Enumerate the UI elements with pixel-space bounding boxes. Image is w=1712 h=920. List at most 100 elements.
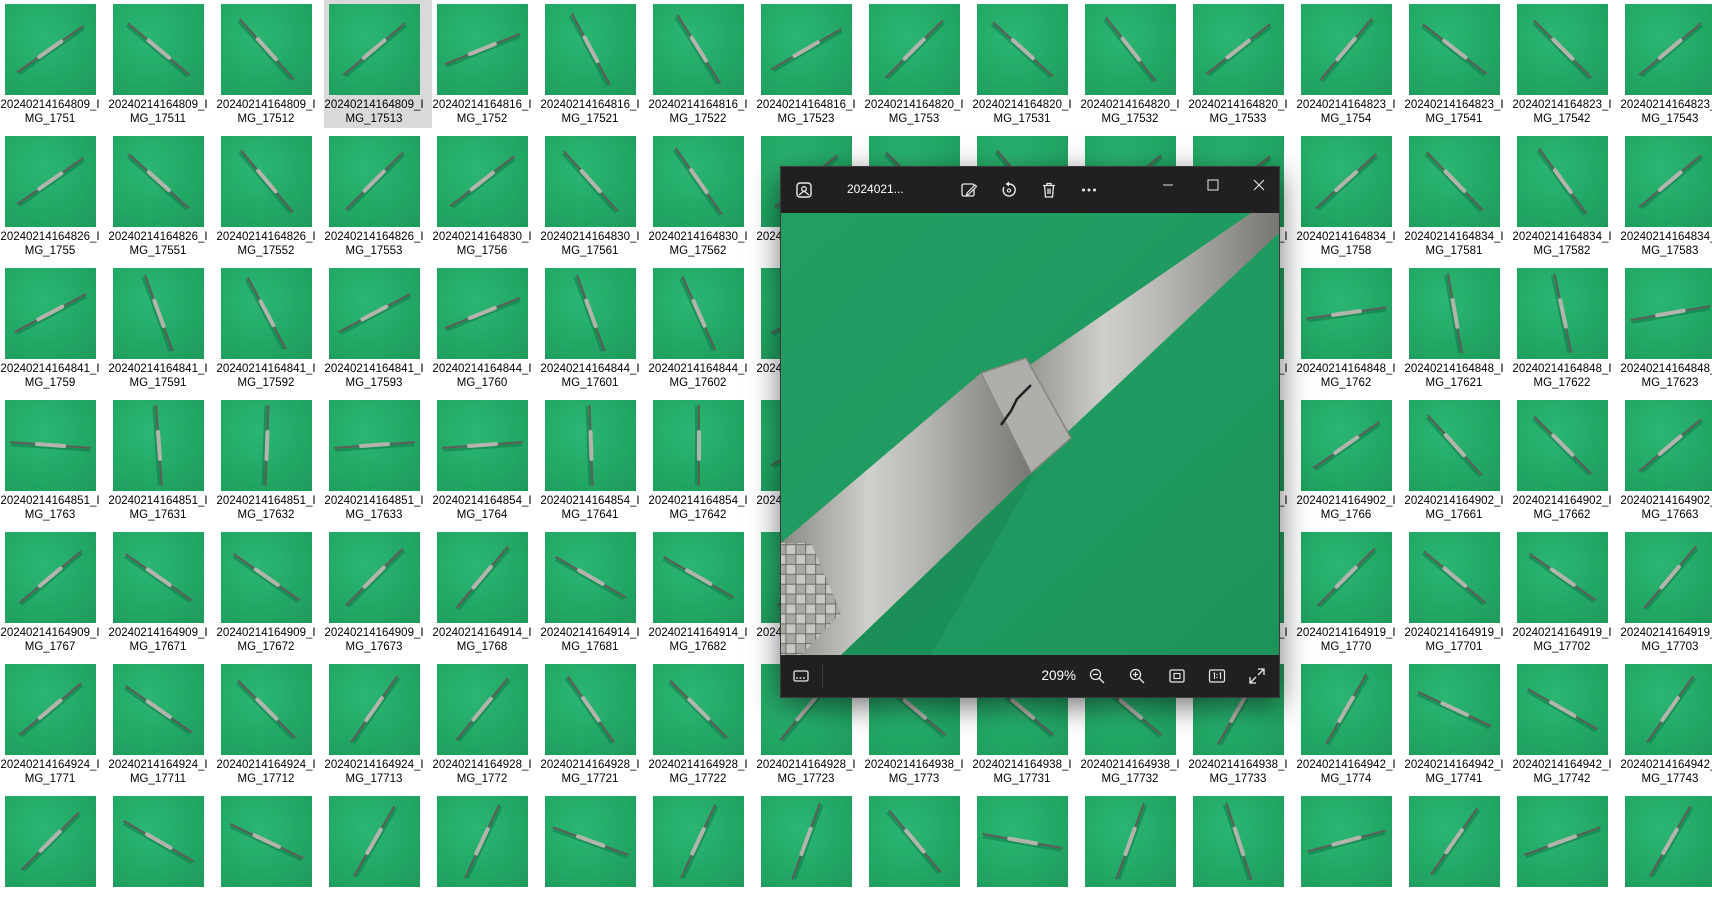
file-thumbnail-item[interactable]: 20240214164823_I MG_17543 bbox=[1620, 0, 1712, 128]
minimize-icon[interactable] bbox=[1153, 173, 1183, 197]
file-thumbnail-item[interactable]: 20240214164830_I MG_17561 bbox=[540, 132, 648, 260]
file-thumbnail-item[interactable]: 20240214164844_I MG_17602 bbox=[648, 264, 756, 392]
file-thumbnail-item[interactable]: 20240214164919_I MG_1770 bbox=[1296, 528, 1404, 656]
filmstrip-icon[interactable] bbox=[789, 664, 813, 688]
file-thumbnail-item[interactable]: 20240214164816_I MG_17522 bbox=[648, 0, 756, 128]
file-thumbnail-item[interactable] bbox=[1080, 792, 1188, 920]
file-thumbnail-item[interactable] bbox=[0, 792, 108, 920]
file-thumbnail-item[interactable]: 20240214164841_I MG_17593 bbox=[324, 264, 432, 392]
file-thumbnail-item[interactable] bbox=[1296, 792, 1404, 920]
zoom-in-icon[interactable] bbox=[1125, 664, 1149, 688]
file-thumbnail-item[interactable] bbox=[1512, 792, 1620, 920]
file-thumbnail-item[interactable] bbox=[324, 792, 432, 920]
file-thumbnail-item[interactable] bbox=[108, 792, 216, 920]
file-thumbnail-item[interactable]: 20240214164914_I MG_17681 bbox=[540, 528, 648, 656]
file-thumbnail-item[interactable]: 20240214164902_I MG_17663 bbox=[1620, 396, 1712, 524]
file-thumbnail-item[interactable]: 20240214164823_I MG_1754 bbox=[1296, 0, 1404, 128]
file-thumbnail-item[interactable]: 20240214164924_I MG_1771 bbox=[0, 660, 108, 788]
more-icon[interactable] bbox=[1076, 178, 1102, 202]
actual-size-icon[interactable] bbox=[1205, 664, 1229, 688]
file-thumbnail-item[interactable]: 20240214164820_I MG_1753 bbox=[864, 0, 972, 128]
file-thumbnail-item[interactable]: 20240214164826_I MG_17551 bbox=[108, 132, 216, 260]
file-thumbnail-item[interactable]: 20240214164848_I MG_17622 bbox=[1512, 264, 1620, 392]
file-thumbnail-item[interactable]: 20240214164820_I MG_17531 bbox=[972, 0, 1080, 128]
file-thumbnail-item[interactable]: 20240214164924_I MG_17712 bbox=[216, 660, 324, 788]
file-thumbnail-item[interactable]: 20240214164919_I MG_17703 bbox=[1620, 528, 1712, 656]
file-thumbnail-item[interactable]: 20240214164851_I MG_17633 bbox=[324, 396, 432, 524]
file-thumbnail-item[interactable] bbox=[540, 792, 648, 920]
file-thumbnail-item[interactable]: 20240214164841_I MG_17592 bbox=[216, 264, 324, 392]
file-thumbnail-item[interactable]: 20240214164809_I MG_17511 bbox=[108, 0, 216, 128]
file-thumbnail-item[interactable]: 20240214164823_I MG_17541 bbox=[1404, 0, 1512, 128]
viewer-titlebar[interactable]: 2024021... bbox=[781, 167, 1279, 213]
file-thumbnail-item[interactable]: 20240214164820_I MG_17533 bbox=[1188, 0, 1296, 128]
fit-to-window-icon[interactable] bbox=[1165, 664, 1189, 688]
file-thumbnail-item[interactable]: 20240214164909_I MG_17671 bbox=[108, 528, 216, 656]
edit-image-icon[interactable] bbox=[956, 178, 982, 202]
file-thumbnail-item[interactable]: 20240214164816_I MG_1752 bbox=[432, 0, 540, 128]
file-thumbnail-item[interactable]: 20240214164942_I MG_17743 bbox=[1620, 660, 1712, 788]
file-thumbnail-item[interactable]: 20240214164820_I MG_17532 bbox=[1080, 0, 1188, 128]
file-thumbnail-item[interactable] bbox=[864, 792, 972, 920]
file-thumbnail-item[interactable]: 20240214164830_I MG_17562 bbox=[648, 132, 756, 260]
file-thumbnail-item[interactable] bbox=[756, 792, 864, 920]
file-thumbnail-item[interactable]: 20240214164830_I MG_1756 bbox=[432, 132, 540, 260]
file-thumbnail-item[interactable]: 20240214164914_I MG_17682 bbox=[648, 528, 756, 656]
file-thumbnail-item[interactable]: 20240214164928_I MG_17721 bbox=[540, 660, 648, 788]
file-thumbnail-item[interactable]: 20240214164854_I MG_17642 bbox=[648, 396, 756, 524]
file-thumbnail-item[interactable] bbox=[972, 792, 1080, 920]
file-thumbnail-item[interactable]: 20240214164826_I MG_1755 bbox=[0, 132, 108, 260]
file-thumbnail-item[interactable]: 20240214164851_I MG_1763 bbox=[0, 396, 108, 524]
file-thumbnail-item[interactable]: 20240214164826_I MG_17553 bbox=[324, 132, 432, 260]
file-thumbnail-item[interactable]: 20240214164809_I MG_17512 bbox=[216, 0, 324, 128]
file-thumbnail-item[interactable]: 20240214164848_I MG_17621 bbox=[1404, 264, 1512, 392]
file-thumbnail-item[interactable]: 20240214164841_I MG_1759 bbox=[0, 264, 108, 392]
file-thumbnail-item[interactable]: 20240214164834_I MG_17583 bbox=[1620, 132, 1712, 260]
file-thumbnail-item[interactable]: 20240214164909_I MG_17672 bbox=[216, 528, 324, 656]
file-thumbnail-item[interactable]: 20240214164844_I MG_17601 bbox=[540, 264, 648, 392]
file-thumbnail-item[interactable]: 20240214164942_I MG_1774 bbox=[1296, 660, 1404, 788]
delete-icon[interactable] bbox=[1036, 178, 1062, 202]
file-thumbnail-item[interactable]: 20240214164844_I MG_1760 bbox=[432, 264, 540, 392]
file-thumbnail-item[interactable]: 20240214164854_I MG_17641 bbox=[540, 396, 648, 524]
file-thumbnail-item[interactable]: 20240214164834_I MG_17581 bbox=[1404, 132, 1512, 260]
fullscreen-icon[interactable] bbox=[1245, 664, 1269, 688]
file-thumbnail-item[interactable]: 20240214164919_I MG_17702 bbox=[1512, 528, 1620, 656]
file-thumbnail-item[interactable]: 20240214164942_I MG_17742 bbox=[1512, 660, 1620, 788]
file-thumbnail-item[interactable]: 20240214164851_I MG_17632 bbox=[216, 396, 324, 524]
file-thumbnail-item[interactable]: 20240214164924_I MG_17713 bbox=[324, 660, 432, 788]
file-thumbnail-item[interactable]: 20240214164848_I MG_17623 bbox=[1620, 264, 1712, 392]
file-thumbnail-item[interactable] bbox=[1620, 792, 1712, 920]
file-thumbnail-item[interactable]: 20240214164816_I MG_17523 bbox=[756, 0, 864, 128]
file-thumbnail-item[interactable]: 20240214164919_I MG_17701 bbox=[1404, 528, 1512, 656]
file-thumbnail-item[interactable]: 20240214164834_I MG_17582 bbox=[1512, 132, 1620, 260]
file-thumbnail-item[interactable] bbox=[216, 792, 324, 920]
file-thumbnail-item[interactable]: 20240214164902_I MG_17661 bbox=[1404, 396, 1512, 524]
file-thumbnail-item[interactable] bbox=[648, 792, 756, 920]
file-thumbnail-item[interactable]: 20240214164909_I MG_17673 bbox=[324, 528, 432, 656]
file-thumbnail-item[interactable]: 20240214164834_I MG_1758 bbox=[1296, 132, 1404, 260]
maximize-icon[interactable] bbox=[1198, 173, 1228, 197]
file-thumbnail-item[interactable]: 20240214164809_I MG_1751 bbox=[0, 0, 108, 128]
file-thumbnail-item[interactable]: 20240214164942_I MG_17741 bbox=[1404, 660, 1512, 788]
file-thumbnail-item[interactable]: 20240214164851_I MG_17631 bbox=[108, 396, 216, 524]
file-thumbnail-item[interactable]: 20240214164848_I MG_1762 bbox=[1296, 264, 1404, 392]
file-thumbnail-item[interactable]: 20240214164809_I MG_17513 bbox=[324, 0, 432, 128]
file-thumbnail-item[interactable]: 20240214164816_I MG_17521 bbox=[540, 0, 648, 128]
file-thumbnail-item[interactable]: 20240214164924_I MG_17711 bbox=[108, 660, 216, 788]
viewer-image[interactable] bbox=[781, 213, 1279, 655]
file-thumbnail-item[interactable]: 20240214164914_I MG_1768 bbox=[432, 528, 540, 656]
file-thumbnail-item[interactable]: 20240214164902_I MG_17662 bbox=[1512, 396, 1620, 524]
file-thumbnail-item[interactable] bbox=[1188, 792, 1296, 920]
rotate-icon[interactable] bbox=[996, 178, 1022, 202]
file-thumbnail-item[interactable]: 20240214164902_I MG_1766 bbox=[1296, 396, 1404, 524]
close-icon[interactable] bbox=[1244, 173, 1274, 197]
file-thumbnail-item[interactable] bbox=[432, 792, 540, 920]
file-thumbnail-item[interactable]: 20240214164928_I MG_17722 bbox=[648, 660, 756, 788]
file-thumbnail-item[interactable]: 20240214164854_I MG_1764 bbox=[432, 396, 540, 524]
file-thumbnail-item[interactable]: 20240214164841_I MG_17591 bbox=[108, 264, 216, 392]
file-thumbnail-item[interactable]: 20240214164823_I MG_17542 bbox=[1512, 0, 1620, 128]
file-thumbnail-item[interactable]: 20240214164928_I MG_1772 bbox=[432, 660, 540, 788]
file-thumbnail-item[interactable]: 20240214164826_I MG_17552 bbox=[216, 132, 324, 260]
file-thumbnail-item[interactable] bbox=[1404, 792, 1512, 920]
